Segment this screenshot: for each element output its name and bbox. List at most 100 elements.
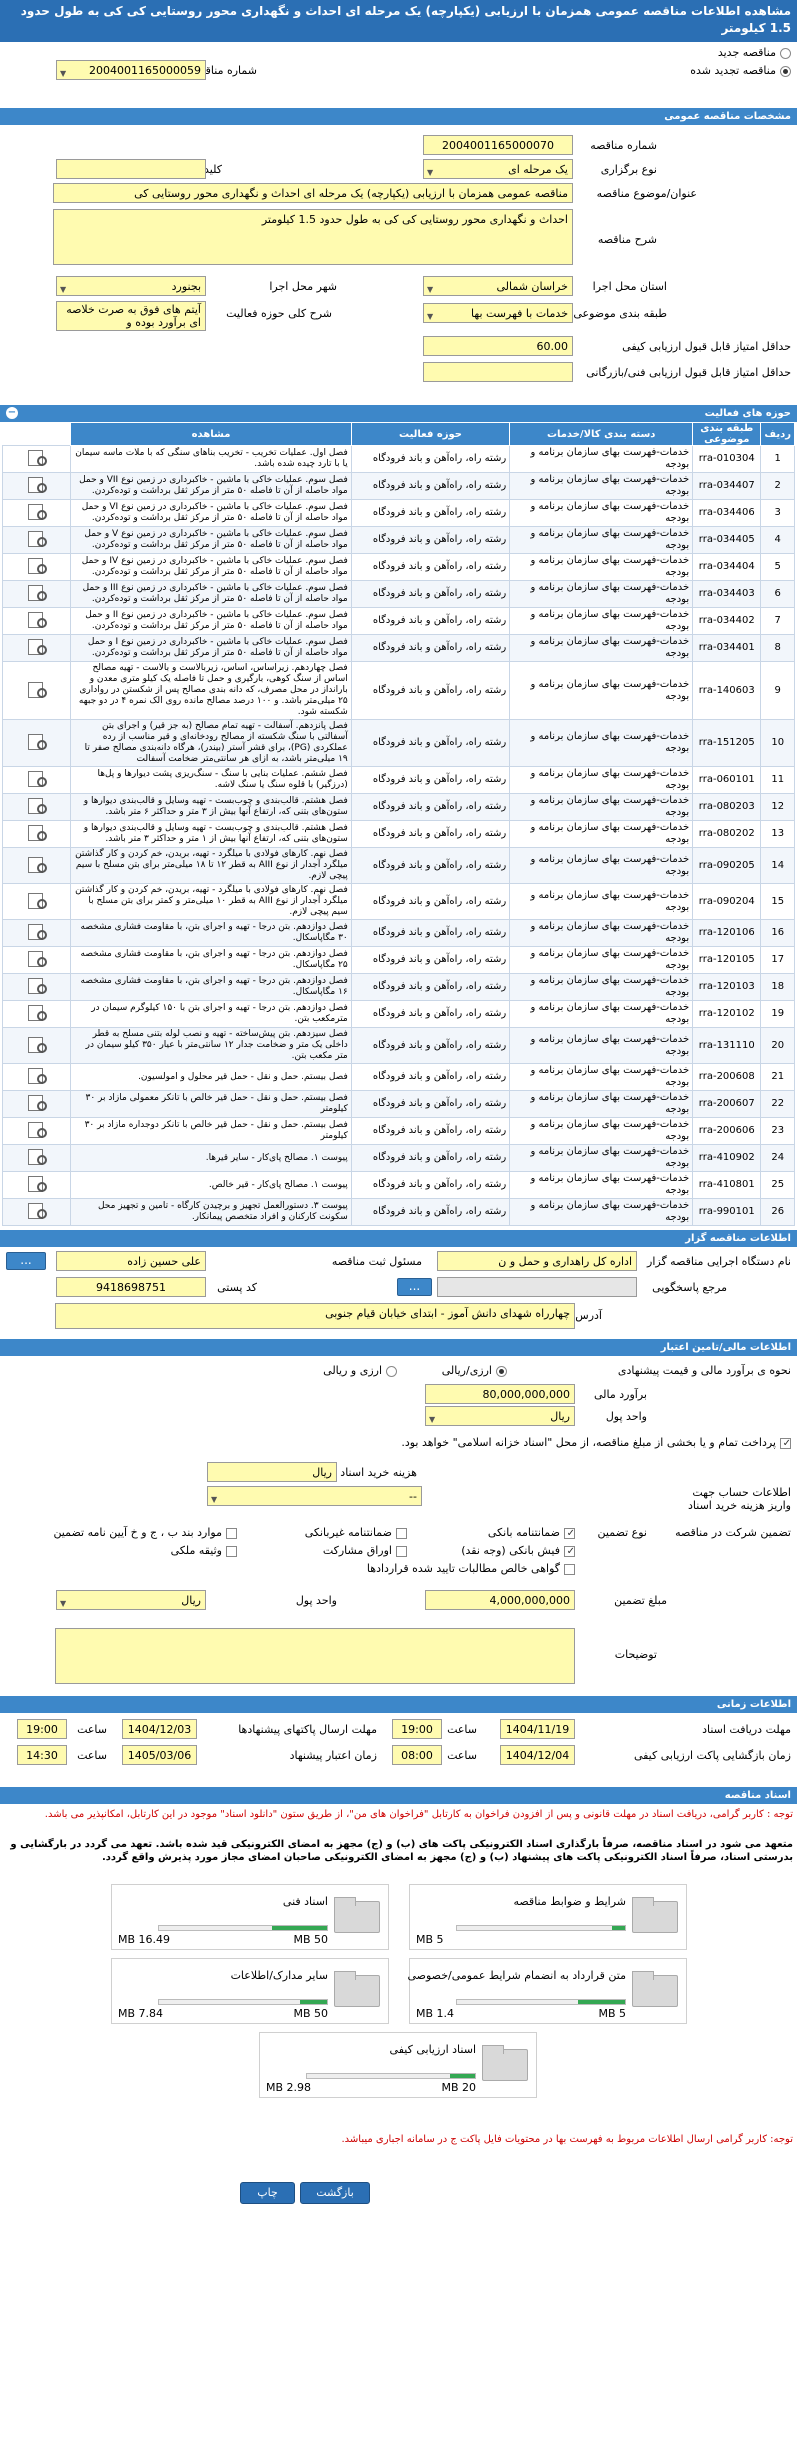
ref-field[interactable]: [437, 1277, 637, 1297]
province-select[interactable]: خراسان شمالی ▼: [423, 276, 573, 296]
view-document-icon[interactable]: [26, 977, 48, 994]
view-cell[interactable]: [1, 1090, 72, 1118]
g-opt-6[interactable]: گواهی خالص مطالبات تایید شده قراردادها: [367, 1562, 575, 1575]
view-cell[interactable]: [1, 445, 72, 473]
view-cell[interactable]: [1, 820, 72, 848]
file-box-0[interactable]: شرایط و ضوابط مناقصه 5 MB: [409, 1884, 687, 1950]
estimate-field[interactable]: 80,000,000,000: [425, 1384, 575, 1404]
account-select[interactable]: -- ▼: [207, 1486, 422, 1506]
keyword-field[interactable]: [56, 159, 206, 179]
org-field[interactable]: اداره کل راهداری و حمل و ن: [437, 1251, 637, 1271]
view-document-icon[interactable]: [26, 1148, 48, 1165]
valid-time[interactable]: 14:30: [17, 1745, 67, 1765]
view-cell[interactable]: [1, 634, 72, 662]
postal-field[interactable]: 9418698751: [56, 1277, 206, 1297]
view-cell[interactable]: [1, 553, 72, 581]
new-tender-option[interactable]: مناقصه جدید: [718, 46, 791, 59]
g-opt-0[interactable]: ضمانتنامه بانکی: [488, 1526, 575, 1539]
view-cell[interactable]: [1, 499, 72, 527]
scope-field[interactable]: آیتم های فوق به صرت خلاصه ای برآورد بوده…: [56, 301, 206, 331]
g-opt-2[interactable]: موارد بند ب ، ج و خ آیین نامه تضمین: [53, 1526, 237, 1539]
view-document-icon[interactable]: [26, 476, 48, 493]
view-cell[interactable]: [1, 1117, 72, 1145]
view-document-icon[interactable]: [26, 557, 48, 574]
open-date[interactable]: 1404/12/04: [500, 1745, 575, 1765]
view-document-icon[interactable]: [26, 530, 48, 547]
view-cell[interactable]: [1, 793, 72, 821]
view-document-icon[interactable]: [26, 923, 48, 940]
address-field[interactable]: چهارراه شهدای دانش آموز - ابتدای خیابان …: [55, 1303, 575, 1329]
minscore-field[interactable]: 60.00: [423, 336, 573, 356]
view-document-icon[interactable]: [26, 681, 48, 698]
file-box-3[interactable]: سایر مدارک/اطلاعات 50 MB 7.84 MB: [111, 1958, 389, 2024]
renewed-tender-option[interactable]: مناقصه تجدید شده: [690, 64, 791, 77]
view-cell[interactable]: [1, 1000, 72, 1028]
method-opt2[interactable]: ارزی و ریالی: [323, 1364, 397, 1377]
view-document-icon[interactable]: [26, 1202, 48, 1219]
view-document-icon[interactable]: [26, 1067, 48, 1084]
g-opt-3[interactable]: فیش بانکی (وجه نقد): [461, 1544, 575, 1557]
view-cell[interactable]: [1, 1027, 72, 1064]
view-document-icon[interactable]: [26, 611, 48, 628]
view-cell[interactable]: [1, 661, 72, 720]
g-opt-4[interactable]: اوراق مشارکت: [323, 1544, 407, 1557]
g-opt-5[interactable]: وثیقه ملکی: [171, 1544, 237, 1557]
view-document-icon[interactable]: [26, 856, 48, 873]
g-amount-field[interactable]: 4,000,000,000: [425, 1590, 575, 1610]
view-cell[interactable]: [1, 472, 72, 500]
view-document-icon[interactable]: [26, 1175, 48, 1192]
view-cell[interactable]: [1, 580, 72, 608]
type-select[interactable]: یک مرحله ای ▼: [423, 159, 573, 179]
prev-number-select[interactable]: 2004001165000059 ▼: [56, 60, 206, 80]
desc-field[interactable]: احداث و نگهداری محور روستایی کی کی به طو…: [53, 209, 573, 265]
view-cell[interactable]: [1, 1144, 72, 1172]
view-document-icon[interactable]: [26, 733, 48, 750]
g-unit-select[interactable]: ریال ▼: [56, 1590, 206, 1610]
category-select[interactable]: خدمات با فهرست بها ▼: [423, 303, 573, 323]
treasury-check[interactable]: پرداخت تمام و یا بخشی از مبلغ مناقصه، از…: [371, 1436, 791, 1449]
view-document-icon[interactable]: [26, 584, 48, 601]
g-opt-1[interactable]: ضمانتنامه غیربانکی: [305, 1526, 407, 1539]
view-cell[interactable]: [1, 607, 72, 635]
subject-field[interactable]: مناقصه عمومی همزمان با ارزیابی (یکپارچه)…: [53, 183, 573, 203]
view-cell[interactable]: [1, 1198, 72, 1226]
city-select[interactable]: بجنورد ▼: [56, 276, 206, 296]
print-button[interactable]: چاپ: [240, 2182, 295, 2204]
method-opt1[interactable]: ارزی/ریالی: [442, 1364, 507, 1377]
manager-lookup-button[interactable]: ...: [6, 1252, 46, 1270]
view-document-icon[interactable]: [26, 1094, 48, 1111]
send-time[interactable]: 19:00: [17, 1719, 67, 1739]
view-document-icon[interactable]: [26, 503, 48, 520]
view-document-icon[interactable]: [26, 1004, 48, 1021]
view-document-icon[interactable]: [26, 638, 48, 655]
mintech-field[interactable]: [423, 362, 573, 382]
recv-date[interactable]: 1404/11/19: [500, 1719, 575, 1739]
manager-field[interactable]: علی حسین زاده: [56, 1251, 206, 1271]
valid-date[interactable]: 1405/03/06: [122, 1745, 197, 1765]
collapse-icon[interactable]: −: [6, 407, 18, 419]
view-document-icon[interactable]: [26, 1036, 48, 1053]
unit-select[interactable]: ریال ▼: [425, 1406, 575, 1426]
send-date[interactable]: 1404/12/03: [122, 1719, 197, 1739]
view-document-icon[interactable]: [26, 892, 48, 909]
view-cell[interactable]: [1, 973, 72, 1001]
view-cell[interactable]: [1, 946, 72, 974]
view-cell[interactable]: [1, 919, 72, 947]
view-cell[interactable]: [1, 847, 72, 884]
view-cell[interactable]: [1, 1063, 72, 1091]
ref-lookup-button[interactable]: ...: [397, 1278, 432, 1296]
back-button[interactable]: بازگشت: [300, 2182, 370, 2204]
view-cell[interactable]: [1, 1171, 72, 1199]
view-cell[interactable]: [1, 766, 72, 794]
view-cell[interactable]: [1, 526, 72, 554]
view-cell[interactable]: [1, 883, 72, 920]
file-box-4[interactable]: اسناد ارزیابی کیفی 20 MB 2.98 MB: [259, 2032, 537, 2098]
number-field[interactable]: 2004001165000070: [423, 135, 573, 155]
open-time[interactable]: 08:00: [392, 1745, 442, 1765]
file-box-1[interactable]: اسناد فنی 50 MB 16.49 MB: [111, 1884, 389, 1950]
view-document-icon[interactable]: [26, 824, 48, 841]
fee-field[interactable]: ریال: [207, 1462, 337, 1482]
view-document-icon[interactable]: [26, 449, 48, 466]
view-document-icon[interactable]: [26, 797, 48, 814]
view-document-icon[interactable]: [26, 950, 48, 967]
